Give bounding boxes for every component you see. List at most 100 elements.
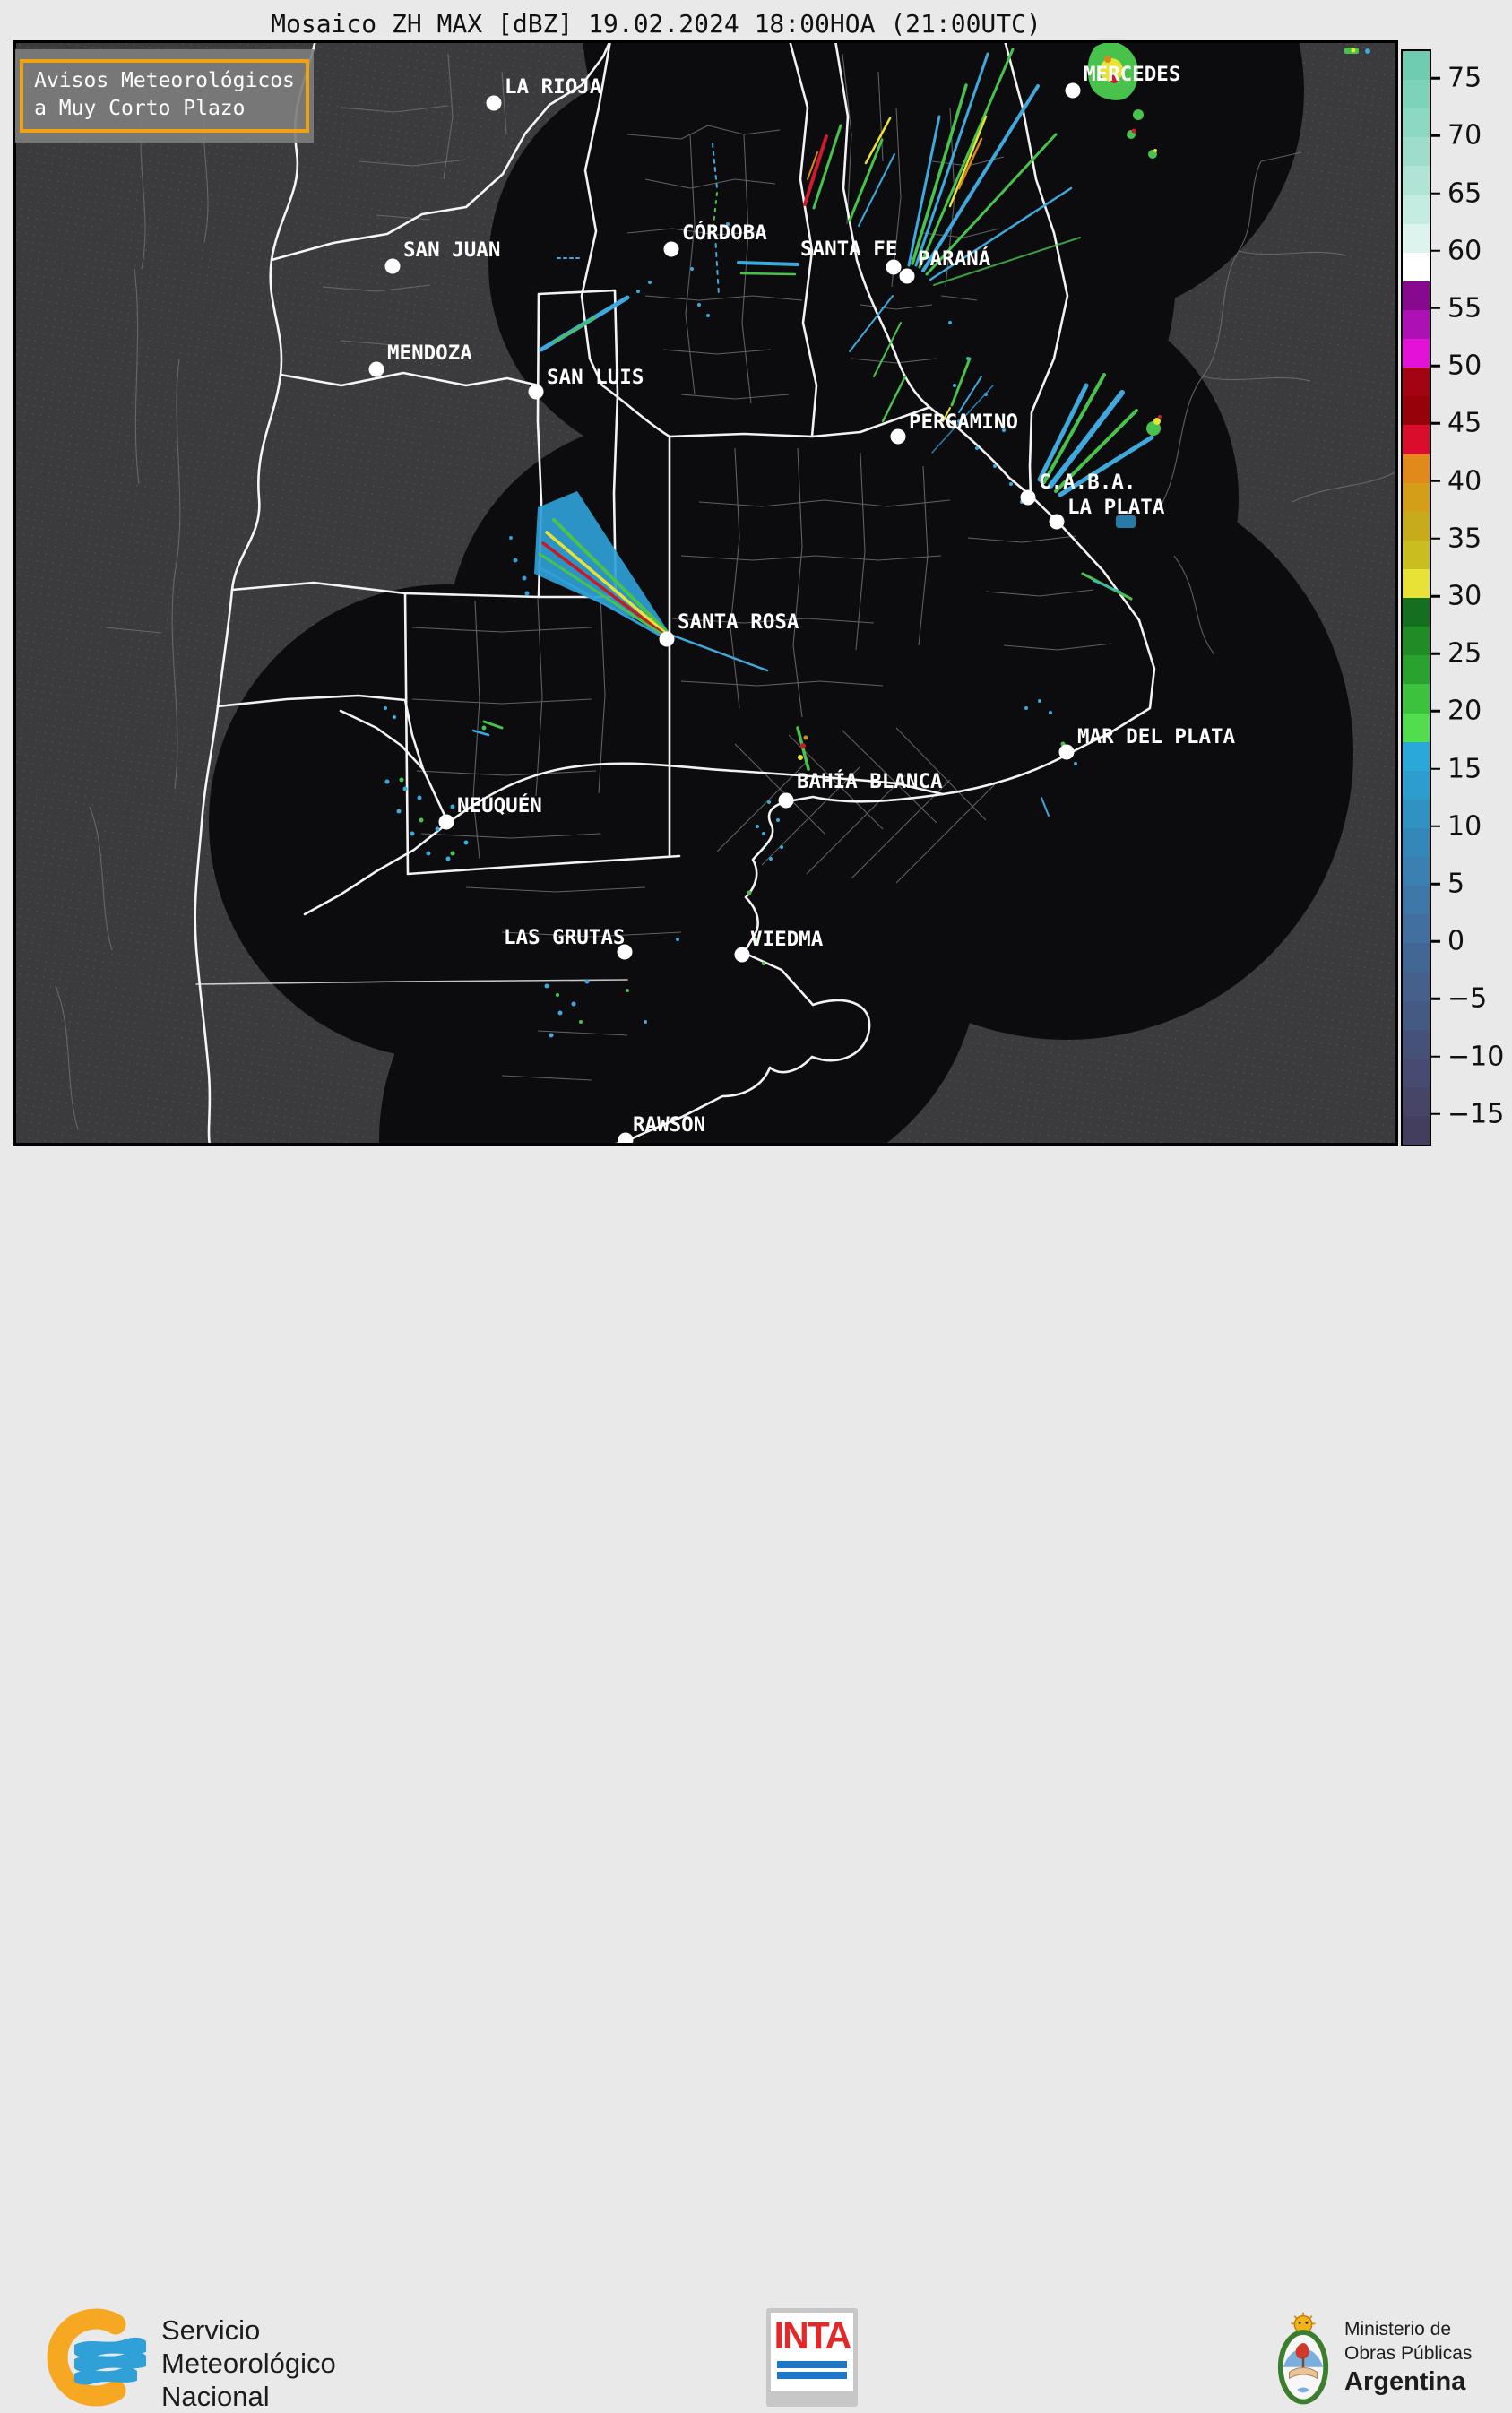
colorbar-segment <box>1403 914 1430 944</box>
colorbar-segment <box>1403 166 1430 195</box>
colorbar-tick-mark <box>1431 710 1440 713</box>
warning-badge-line1: Avisos Meteorológicos <box>34 69 295 92</box>
colorbar-tick-label: 40 <box>1447 465 1482 497</box>
smn-wordmark-line3: Nacional <box>161 2381 270 2412</box>
colorbar-tick-mark <box>1431 940 1440 943</box>
city-label: LA RIOJA <box>505 75 602 99</box>
colorbar-tick-mark <box>1431 1112 1440 1116</box>
colorbar-tick-mark <box>1431 1055 1440 1058</box>
smn-wordmark: Servicio Meteorológico Nacional <box>161 2314 336 2413</box>
page-title: Mosaico ZH MAX [dBZ] 19.02.2024 18:00HOA… <box>271 9 1041 39</box>
city-label: SANTA ROSA <box>678 610 799 634</box>
colorbar-tick-label: 0 <box>1447 925 1465 957</box>
colorbar-segment <box>1403 827 1430 858</box>
city-label: VIEDMA <box>750 928 824 951</box>
colorbar-tick-label: 75 <box>1447 62 1482 94</box>
colorbar-tick-label: 70 <box>1447 119 1482 151</box>
ministerio-line2: Obras Públicas <box>1344 2343 1473 2364</box>
city-marker <box>1065 82 1081 99</box>
city-label: BAHÍA BLANCA <box>797 768 943 793</box>
colorbar-tick-mark <box>1431 134 1440 137</box>
inta-label: INTA <box>773 2314 852 2357</box>
colorbar-segment <box>1403 1000 1430 1030</box>
colorbar-segment <box>1403 1116 1430 1146</box>
city-marker <box>734 947 750 963</box>
inta-panel: INTA <box>771 2313 853 2391</box>
colorbar-segment <box>1403 368 1430 397</box>
colorbar-tick-label: 45 <box>1447 407 1482 439</box>
colorbar-tick-label: 15 <box>1447 753 1482 785</box>
inta-bar <box>777 2372 847 2379</box>
colorbar-segment <box>1403 195 1430 224</box>
ministerio-emblem <box>1277 2312 1329 2405</box>
city-marker <box>890 428 906 445</box>
colorbar-tick-mark <box>1431 652 1440 655</box>
colorbar-tick-label: 65 <box>1447 177 1482 210</box>
city-label: NEUQUÉN <box>457 792 542 817</box>
colorbar-segments <box>1403 51 1430 1146</box>
radar-map: LA RIOJA MERCEDES SAN JUAN CÓRDOBA SANTA FE P… <box>13 40 1398 1146</box>
colorbar-tick-label: 25 <box>1447 637 1482 670</box>
colorbar-segment <box>1403 598 1430 627</box>
city-label: SANTA FE <box>800 238 897 261</box>
page-root: { "title": "Mosaico ZH MAX [dBZ] 19.02.2… <box>0 0 1512 2412</box>
city-marker <box>528 384 544 400</box>
city-label: PERGAMINO <box>909 411 1018 434</box>
city-marker <box>899 268 915 284</box>
city-label: SAN JUAN <box>403 238 500 262</box>
colorbar-tick-label: −15 <box>1447 1098 1505 1130</box>
colorbar-tick-mark <box>1431 192 1440 195</box>
colorbar <box>1401 49 1431 1146</box>
colorbar-segment <box>1403 741 1430 771</box>
inta-bar <box>777 2361 847 2368</box>
colorbar-tick-label: 55 <box>1447 292 1482 324</box>
colorbar-segment <box>1403 137 1430 167</box>
city-label: C.A.B.A. <box>1039 471 1136 494</box>
colorbar-segment <box>1403 857 1430 886</box>
colorbar-segment <box>1403 540 1430 569</box>
colorbar-segment <box>1403 627 1430 656</box>
city-label: LAS GRUTAS <box>504 926 625 949</box>
warning-badge[interactable]: Avisos Meteorológicos a Muy Corto Plazo <box>15 49 314 143</box>
city-label: MENDOZA <box>387 342 472 365</box>
colorbar-segment <box>1403 655 1430 685</box>
smn-logo <box>47 2308 146 2407</box>
city-marker <box>659 631 675 647</box>
colorbar-tick-label: 60 <box>1447 235 1482 267</box>
footer: Servicio Meteorológico Nacional INTA Min… <box>0 1146 1512 2412</box>
city-marker <box>663 241 679 257</box>
colorbar-segment <box>1403 972 1430 1001</box>
ministerio-line3: Argentina <box>1344 2367 1466 2396</box>
colorbar-segment <box>1403 80 1430 109</box>
city-label: CÓRDOBA <box>682 220 767 245</box>
colorbar-segment <box>1403 799 1430 828</box>
colorbar-segment <box>1403 108 1430 138</box>
city-marker <box>438 814 454 830</box>
colorbar-tick-label: 20 <box>1447 695 1482 727</box>
warning-badge-line2: a Muy Corto Plazo <box>34 97 246 120</box>
city-marker <box>886 259 902 275</box>
colorbar-tick-label: 10 <box>1447 810 1482 843</box>
ministerio-wordmark: Ministerio de Obras Públicas Argentina <box>1344 2317 1472 2398</box>
colorbar-tick-label: 50 <box>1447 350 1482 382</box>
ministerio-line1: Ministerio de <box>1344 2319 1452 2339</box>
colorbar-tick-mark <box>1431 882 1440 886</box>
colorbar-tick-mark <box>1431 537 1440 541</box>
colorbar-segment <box>1403 568 1430 599</box>
colorbar-tick-label: 5 <box>1447 868 1465 900</box>
smn-logo-flag <box>74 2337 146 2385</box>
city-label: SAN LUIS <box>547 366 644 389</box>
colorbar-segment <box>1403 886 1430 915</box>
smn-wordmark-line2: Meteorológico <box>161 2348 336 2379</box>
colorbar-tick-mark <box>1431 480 1440 482</box>
colorbar-segment <box>1403 482 1430 512</box>
colorbar-segment <box>1403 51 1430 81</box>
colorbar-tick-mark <box>1431 307 1440 310</box>
colorbar-segment <box>1403 281 1430 310</box>
city-marker <box>1058 744 1075 760</box>
colorbar-segment <box>1403 223 1430 253</box>
colorbar-ticks: 75 70 65 60 55 50 45 40 35 30 25 20 15 10 5 0 −5 −10 −15 <box>1431 49 1512 1143</box>
colorbar-segment <box>1403 511 1430 541</box>
colorbar-tick-mark <box>1431 594 1440 598</box>
city-label: LA PLATA <box>1067 496 1165 519</box>
